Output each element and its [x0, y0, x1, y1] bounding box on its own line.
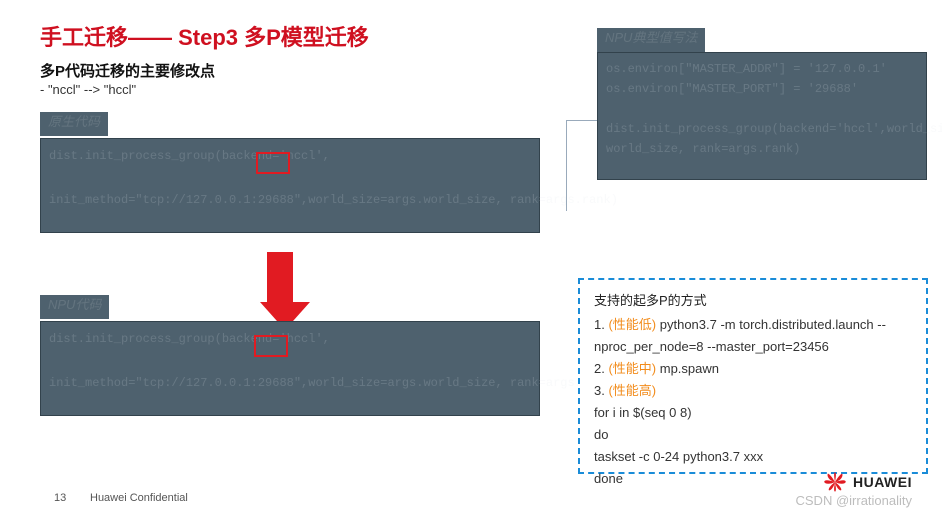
- panel-npu-example: os.environ["MASTER_ADDR"] = '127.0.0.1' …: [597, 52, 927, 180]
- label-npu-code: NPU代码: [40, 295, 109, 319]
- npu-code-spacer: [49, 350, 531, 372]
- orig-code-spacer: [49, 167, 531, 189]
- label-npu-example: NPU典型值写法: [597, 28, 705, 52]
- highlight-hccl: [254, 335, 288, 357]
- method-2-prefix: 2.: [594, 361, 608, 376]
- panel-npu-code: dist.init_process_group(backend='hccl', …: [40, 321, 540, 416]
- npu-example-line-2: os.environ["MASTER_PORT"] = '29688': [606, 79, 918, 99]
- method-2-rest: mp.spawn: [656, 361, 719, 376]
- label-npu-example-text: NPU典型值写法: [605, 30, 697, 45]
- subtitle: 多P代码迁移的主要修改点: [40, 60, 215, 81]
- footer-page-number: 13: [54, 492, 66, 504]
- orig-code-line-2: init_method="tcp://127.0.0.1:29688",worl…: [49, 189, 531, 211]
- method-3-sh3: taskset -c 0-24 python3.7 xxx: [594, 446, 912, 468]
- method-3-sh2: do: [594, 424, 912, 446]
- csdn-watermark: CSDN @irrationality: [796, 493, 913, 508]
- orig-code-line-1: dist.init_process_group(backend='nccl',: [49, 145, 531, 167]
- npu-code-line-1: dist.init_process_group(backend='hccl',: [49, 328, 531, 350]
- label-npu-code-text: NPU代码: [48, 297, 101, 312]
- method-1-prefix: 1.: [594, 317, 608, 332]
- npu-code-line-2: init_method="tcp://127.0.0.1:29688",worl…: [49, 372, 531, 394]
- huawei-petal-icon: [823, 472, 847, 492]
- label-orig-code-text: 原生代码: [48, 114, 100, 129]
- method-1b: nproc_per_node=8 --master_port=23456: [594, 336, 912, 358]
- footer-confidential: Huawei Confidential: [90, 492, 188, 504]
- method-3-sh1: for i in $(seq 0 8): [594, 402, 912, 424]
- arrow-down-icon: [260, 252, 300, 332]
- npu-example-line-1: os.environ["MASTER_ADDR"] = '127.0.0.1': [606, 59, 918, 79]
- methods-head: 支持的起多P的方式: [594, 290, 912, 312]
- change-note: - "nccl" --> "hccl": [40, 82, 136, 97]
- huawei-logo: HUAWEI: [823, 472, 912, 492]
- methods-box: 支持的起多P的方式 1. (性能低) python3.7 -m torch.di…: [578, 278, 928, 474]
- npu-example-line-3: [606, 99, 918, 119]
- method-1: 1. (性能低) python3.7 -m torch.distributed.…: [594, 314, 912, 336]
- method-2-perf: (性能中): [608, 361, 656, 376]
- highlight-nccl: [256, 152, 290, 174]
- label-orig-code: 原生代码: [40, 112, 108, 136]
- huawei-brand-text: HUAWEI: [853, 474, 912, 490]
- npu-example-line-4: dist.init_process_group(backend='hccl',w…: [606, 119, 918, 139]
- connector-line: [566, 120, 597, 211]
- method-2: 2. (性能中) mp.spawn: [594, 358, 912, 380]
- panel-orig-code: dist.init_process_group(backend='nccl', …: [40, 138, 540, 233]
- page-title: 手工迁移—— Step3 多P模型迁移: [40, 20, 369, 52]
- npu-example-line-5: world_size, rank=args.rank): [606, 139, 918, 159]
- method-3: 3. (性能高): [594, 380, 912, 402]
- method-1-perf: (性能低): [608, 317, 656, 332]
- method-3-prefix: 3.: [594, 383, 608, 398]
- slide-root: 手工迁移—— Step3 多P模型迁移 多P代码迁移的主要修改点 - "nccl…: [0, 0, 942, 520]
- method-1-rest: python3.7 -m torch.distributed.launch --: [656, 317, 886, 332]
- method-3-perf: (性能高): [608, 383, 656, 398]
